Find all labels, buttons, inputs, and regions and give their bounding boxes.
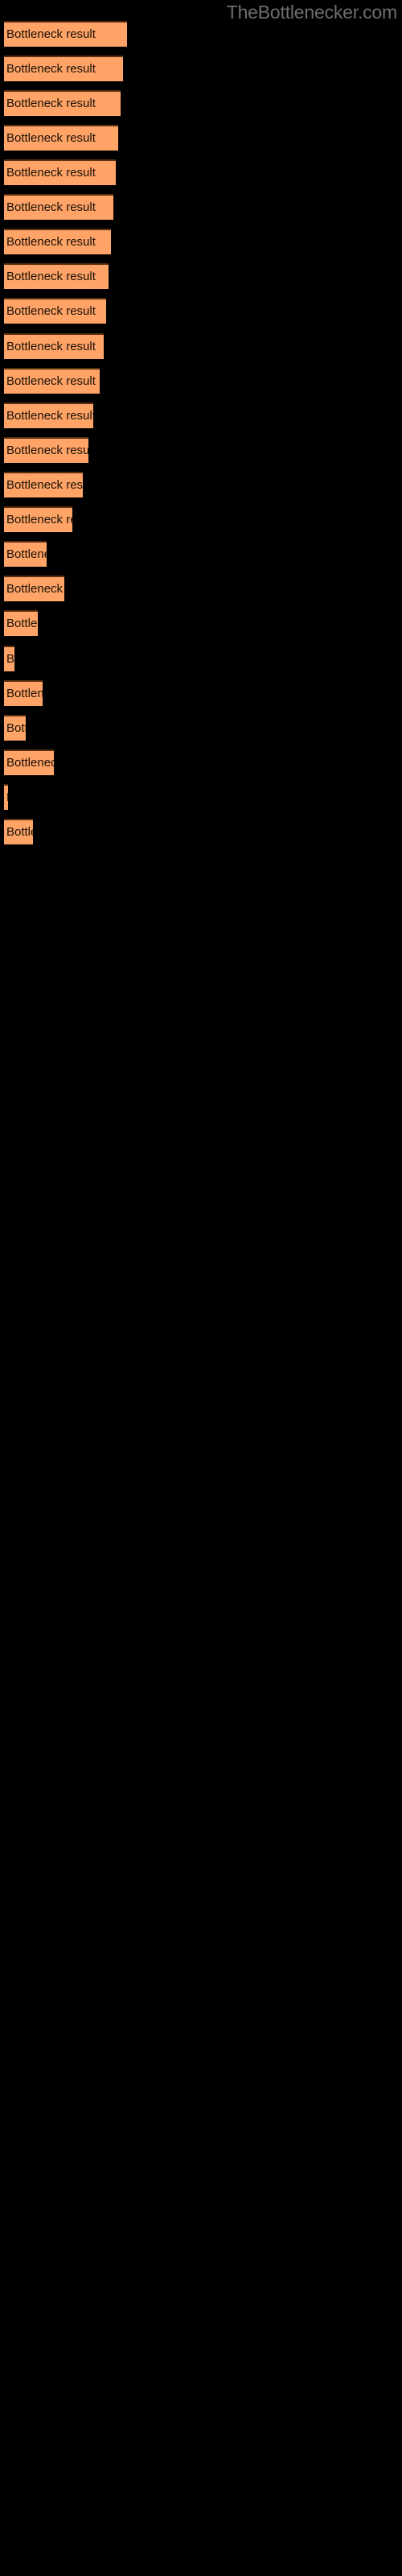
bar-label: Bottleneck result [6,652,14,666]
bar[interactable]: Bottleneck result [4,680,43,706]
bar-row: Bottleneck result [4,715,26,741]
bar-label: Bottleneck result [6,825,33,839]
bar[interactable]: Bottleneck result [4,541,47,567]
bar-row: Bottleneck result [4,749,54,775]
bar-row: Bottleneck result [4,541,47,567]
bar-label: Bottleneck result [6,97,96,110]
bar[interactable]: Bottleneck result [4,333,104,359]
bar[interactable]: Bottleneck result [4,21,127,47]
bar-label: Bottleneck result [6,200,96,214]
bar-row: Bottleneck result [4,90,121,116]
bar[interactable]: Bottleneck result [4,506,72,532]
bar-label: Bottleneck result [6,617,38,630]
bar[interactable]: Bottleneck result [4,784,8,810]
bar[interactable]: Bottleneck result [4,56,123,81]
bar[interactable]: Bottleneck result [4,576,64,601]
bar-row: Bottleneck result [4,263,109,289]
bar-row: Bottleneck result [4,680,43,706]
bar-label: Bottleneck result [6,166,96,180]
bar[interactable]: Bottleneck result [4,298,106,324]
bar-label: Bottleneck result [6,444,88,457]
bar-row: Bottleneck result [4,610,38,636]
bar-row: Bottleneck result [4,56,123,81]
bar[interactable]: Bottleneck result [4,749,54,775]
bar-label: Bottleneck result [6,786,8,810]
bar[interactable]: Bottleneck result [4,715,26,741]
bar-label: Bottleneck result [6,235,96,249]
bar[interactable]: Bottleneck result [4,646,14,671]
bar-label: Bottleneck result [6,547,47,561]
bar[interactable]: Bottleneck result [4,472,83,497]
bar[interactable]: Bottleneck result [4,610,38,636]
bar[interactable]: Bottleneck result [4,159,116,185]
bar-label: Bottleneck result [6,131,96,145]
bar-row: Bottleneck result [4,125,118,151]
bar[interactable]: Bottleneck result [4,437,88,463]
bar[interactable]: Bottleneck result [4,819,33,844]
bar-row: Bottleneck result [4,402,93,428]
bar[interactable]: Bottleneck result [4,229,111,254]
bar-label: Bottleneck result [6,582,64,596]
bar-row: Bottleneck result [4,333,104,359]
bar-label: Bottleneck result [6,687,43,700]
bar-chart: Bottleneck result Bottleneck result Bottle… [0,0,402,2576]
bar[interactable]: Bottleneck result [4,263,109,289]
bar-row: Bottleneck result [4,368,100,394]
bar-label: Bottleneck result [6,304,96,318]
bar-label: Bottleneck result [6,478,83,492]
bar-label: Bottleneck result [6,270,96,283]
bar[interactable]: Bottleneck result [4,194,113,220]
bar-label: Bottleneck result [6,62,96,76]
bar-label: Bottleneck result [6,409,93,423]
bar-label: Bottleneck result [6,721,26,735]
bar[interactable]: Bottleneck result [4,125,118,151]
bar[interactable]: Bottleneck result [4,90,121,116]
bar-row: Bottleneck result [4,576,64,601]
bar-label: Bottleneck result [6,756,54,770]
bar-label: Bottleneck result [6,374,96,388]
bar-row: Bottleneck result [4,298,106,324]
bar-row: Bottleneck result [4,194,113,220]
bar-row: Bottleneck result [4,646,14,671]
bar-label: Bottleneck result [6,27,96,41]
bar-row: Bottleneck result [4,506,72,532]
bar-row: Bottleneck result [4,159,116,185]
bar-row: Bottleneck result [4,819,33,844]
bar-label: Bottleneck result [6,513,72,526]
bar-row: Bottleneck result [4,229,111,254]
bar-label: Bottleneck result [6,340,96,353]
bar-row: Bottleneck result [4,784,8,810]
bar-row: Bottleneck result [4,472,83,497]
bar-row: Bottleneck result [4,21,127,47]
bar[interactable]: Bottleneck result [4,368,100,394]
bar[interactable]: Bottleneck result [4,402,93,428]
bar-row: Bottleneck result [4,437,88,463]
